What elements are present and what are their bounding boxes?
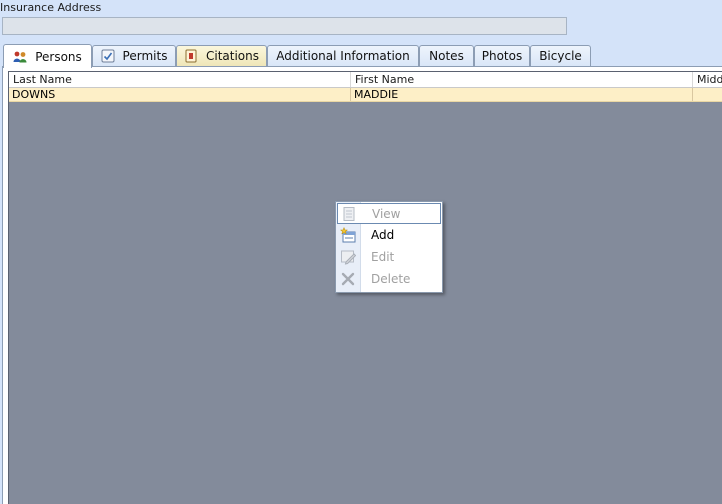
column-header-middle[interactable]: Middle <box>693 72 722 87</box>
tab-notes-label: Notes <box>429 49 464 63</box>
context-menu-view-label: View <box>372 207 401 221</box>
tab-additional-information-label: Additional Information <box>276 49 410 63</box>
cell-middle <box>693 88 722 101</box>
tab-persons-label: Persons <box>35 49 82 64</box>
edit-icon <box>340 249 357 265</box>
cell-last-name: DOWNS <box>9 88 351 101</box>
view-document-icon <box>341 206 357 222</box>
tab-permits[interactable]: Permits <box>92 45 176 66</box>
tab-citations-label: Citations <box>205 49 259 63</box>
column-header-last-name[interactable]: Last Name <box>9 72 351 87</box>
tab-bar: Persons Permits Citations Additional Inf… <box>0 44 722 68</box>
tab-bicycle[interactable]: Bicycle <box>530 45 591 66</box>
tab-notes[interactable]: Notes <box>419 45 474 66</box>
tab-photos-label: Photos <box>481 49 523 63</box>
context-menu-delete[interactable]: Delete <box>337 269 441 290</box>
context-menu-edit-label: Edit <box>371 250 395 264</box>
citation-icon <box>184 49 198 63</box>
tab-citations[interactable]: Citations <box>176 45 267 66</box>
tab-photos[interactable]: Photos <box>474 45 530 66</box>
context-menu-add-label: Add <box>371 228 395 242</box>
context-menu-edit[interactable]: Edit <box>337 247 441 268</box>
context-menu-delete-label: Delete <box>371 272 411 286</box>
cell-first-name: MADDIE <box>351 88 693 101</box>
insurance-address-label: Insurance Address <box>0 1 102 14</box>
context-menu-add[interactable]: Add <box>337 225 441 246</box>
grid-header: Last Name First Name Middle <box>9 72 722 88</box>
persons-icon <box>13 50 27 64</box>
tab-additional-information[interactable]: Additional Information <box>267 45 419 66</box>
context-menu-view[interactable]: View <box>337 203 441 224</box>
context-menu: View Add Edit Delete <box>335 201 443 293</box>
add-record-icon <box>339 226 356 243</box>
permit-check-icon <box>101 49 115 63</box>
column-header-first-name[interactable]: First Name <box>351 72 693 87</box>
table-row[interactable]: DOWNS MADDIE <box>9 88 722 102</box>
tab-bicycle-label: Bicycle <box>539 49 582 63</box>
delete-x-icon <box>340 271 356 287</box>
insurance-address-field[interactable] <box>2 17 567 35</box>
tab-persons[interactable]: Persons <box>3 44 92 68</box>
tab-permits-label: Permits <box>122 49 168 63</box>
